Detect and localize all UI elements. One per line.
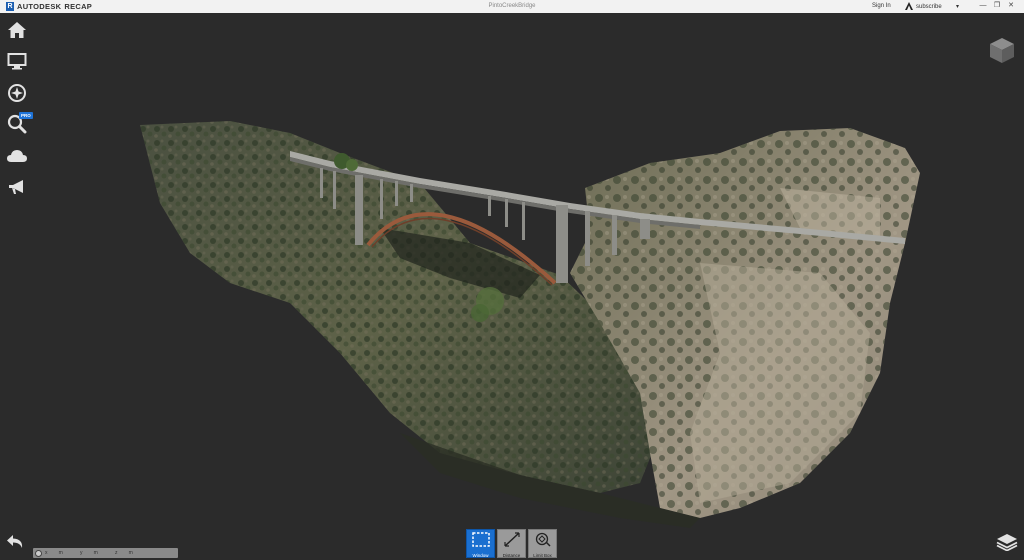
- subscribe-button[interactable]: subscribe: [905, 2, 942, 12]
- distance-label: Distance: [502, 553, 521, 558]
- minimize-button[interactable]: —: [976, 1, 990, 11]
- account-dropdown-icon[interactable]: ▾: [956, 3, 959, 10]
- point-cloud-canvas: [140, 121, 920, 528]
- display-settings-button[interactable]: [3, 50, 31, 78]
- measure-toolbar: Window Distance Limit Box: [466, 529, 557, 558]
- layers-icon: [996, 534, 1018, 555]
- home-icon: [7, 21, 27, 44]
- limit-box-button[interactable]: Limit Box: [528, 529, 557, 558]
- distance-button[interactable]: Distance: [497, 529, 526, 558]
- compass-icon: [7, 83, 27, 108]
- home-button[interactable]: [3, 18, 31, 46]
- autodesk-a-icon: [905, 2, 913, 12]
- close-button[interactable]: ✕: [1004, 1, 1018, 11]
- subscribe-label: subscribe: [916, 4, 942, 10]
- title-bar: R AUTODESK RECAP PintoCreekBridge Sign I…: [0, 0, 1024, 13]
- x-coordinate: x m: [45, 550, 63, 556]
- z-coordinate: z m: [115, 550, 133, 556]
- megaphone-icon: [7, 178, 27, 201]
- cloud-icon: [6, 148, 28, 169]
- 3d-viewport[interactable]: [0, 13, 1024, 560]
- view-cube[interactable]: [987, 35, 1017, 65]
- left-toolbar: PRO: [3, 18, 33, 207]
- coordinate-readout: x m y m z m: [33, 548, 178, 558]
- limit-box-label: Limit Box: [533, 553, 552, 558]
- pro-badge: PRO: [19, 111, 33, 119]
- window-select-button[interactable]: Window: [466, 529, 495, 558]
- announcements-button[interactable]: [3, 176, 31, 204]
- window-controls: — ❐ ✕: [976, 1, 1018, 11]
- limit-box-icon: [534, 530, 552, 552]
- restore-button[interactable]: ❐: [990, 1, 1004, 11]
- navigation-button[interactable]: [3, 81, 31, 109]
- back-button[interactable]: [6, 534, 26, 552]
- monitor-icon: [7, 52, 27, 75]
- distance-icon: [503, 530, 521, 552]
- layers-button[interactable]: [996, 533, 1018, 552]
- back-arrow-icon: [6, 535, 26, 554]
- document-title: PintoCreekBridge: [488, 3, 536, 9]
- window-select-icon: [471, 530, 490, 552]
- origin-icon: [35, 549, 42, 557]
- y-coordinate: y m: [80, 550, 98, 556]
- window-select-label: Window: [472, 553, 489, 558]
- sign-in-link[interactable]: Sign In: [872, 3, 891, 9]
- cloud-button[interactable]: [3, 144, 31, 172]
- search-button[interactable]: PRO: [3, 111, 33, 141]
